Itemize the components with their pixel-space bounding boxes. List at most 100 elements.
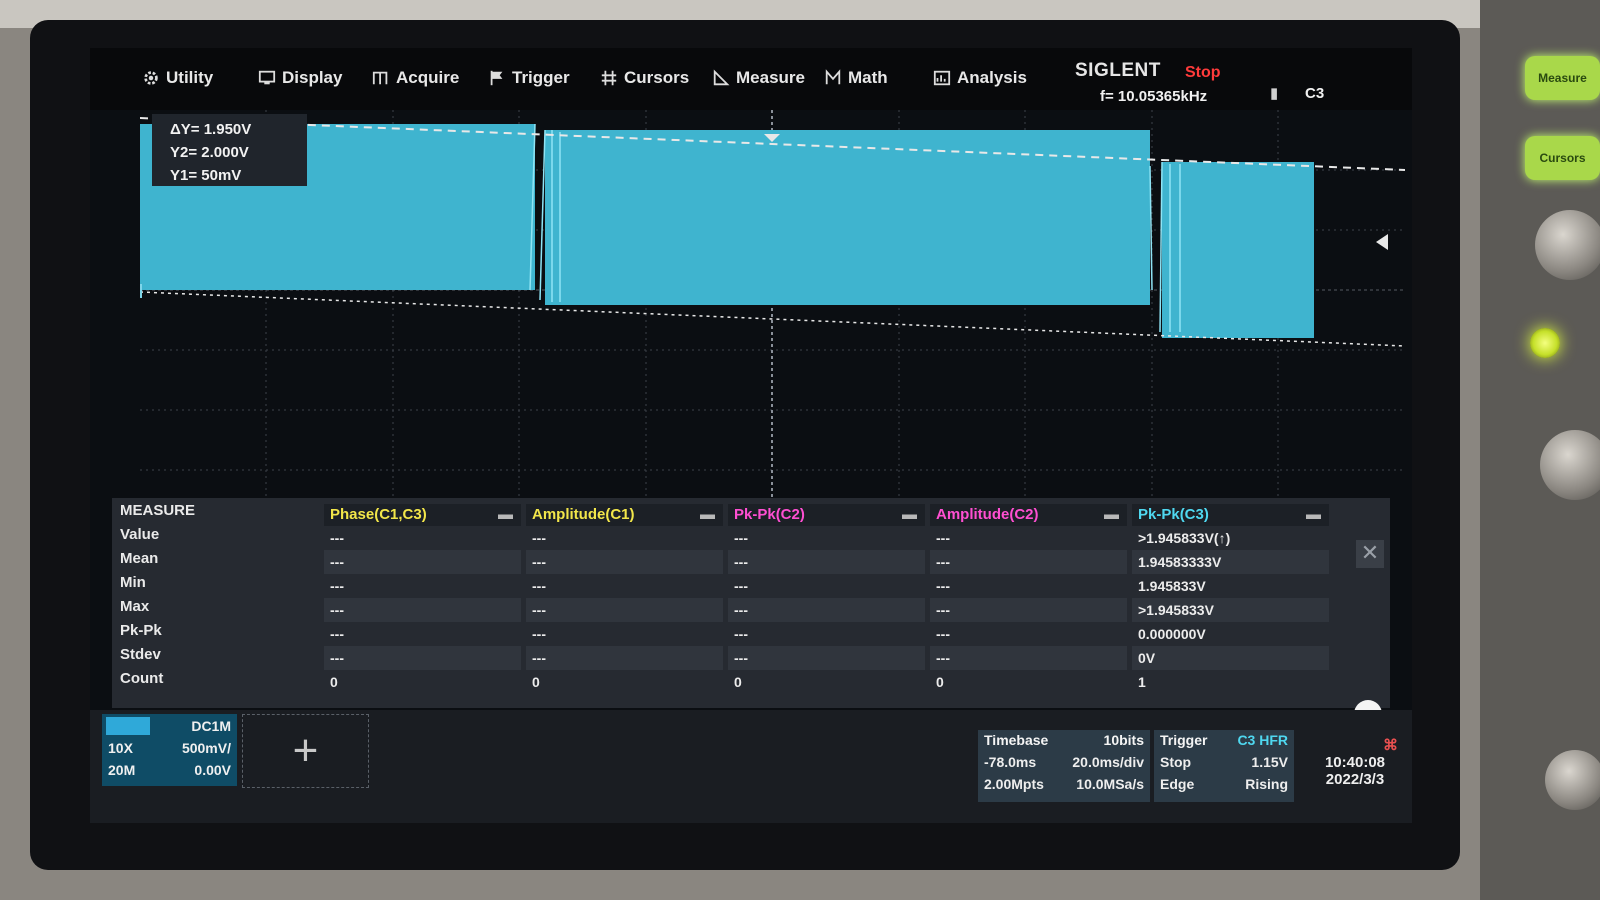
measure-cell: >1.945833V xyxy=(1132,598,1329,622)
measure-cell: 0V xyxy=(1132,646,1329,670)
channel-scale: 500mV/ xyxy=(181,740,231,756)
measure-cell: --- xyxy=(532,578,546,594)
knob[interactable] xyxy=(1545,750,1600,810)
measure-cell: --- xyxy=(930,598,1127,622)
measure-icon xyxy=(713,69,730,86)
row-label: Max xyxy=(120,598,150,615)
measure-column[interactable]: Amplitude(C1) ▬ --- --- --- --- --- --- 0 xyxy=(526,504,723,704)
measure-cell: 0 xyxy=(330,674,338,690)
measure-column[interactable]: Pk-Pk(C3) ▬ >1.945833V(↑) 1.94583333V 1.9… xyxy=(1132,504,1329,704)
channel-probe: 10X xyxy=(108,740,133,756)
menu-label: Math xyxy=(848,68,888,87)
run-state[interactable]: Stop xyxy=(1185,64,1221,82)
menu-utility[interactable]: Utility xyxy=(142,66,213,90)
measure-cell: --- xyxy=(526,550,723,574)
knob[interactable] xyxy=(1535,210,1600,280)
measure-cell: --- xyxy=(936,626,950,642)
row-label: Value xyxy=(120,526,160,543)
channel-offset: 0.00V xyxy=(194,762,231,778)
timebase-info[interactable]: Timebase 10bits -78.0ms 20.0ms/div 2.00Mpt… xyxy=(978,730,1150,802)
menu-bar: Utility Display Acquire Trigger Cursors … xyxy=(90,48,1412,110)
cursor-delta-y: ΔY= 1.950V xyxy=(170,121,252,138)
measure-cell: --- xyxy=(330,530,344,546)
measure-title: MEASURE xyxy=(120,502,196,519)
measure-cell: 0 xyxy=(532,674,540,690)
trigger-level-marker xyxy=(1376,234,1388,250)
measure-cell: --- xyxy=(324,646,521,670)
acquire-icon xyxy=(372,71,388,85)
gear-icon xyxy=(144,71,158,85)
measure-cell: --- xyxy=(324,598,521,622)
measure-column[interactable]: Amplitude(C2) ▬ --- --- --- --- --- --- 0 xyxy=(930,504,1127,704)
measure-softkey[interactable]: Measure xyxy=(1525,56,1600,100)
measure-cell: --- xyxy=(532,530,546,546)
timebase-title: Timebase xyxy=(984,732,1049,748)
measure-cell: --- xyxy=(734,626,748,642)
row-label: Stdev xyxy=(120,646,161,663)
memory-icon: ▮ xyxy=(1270,85,1279,102)
menu-label: Analysis xyxy=(957,68,1027,87)
measure-cell: --- xyxy=(728,550,925,574)
cursor-readout: ΔY= 1.950V Y2= 2.000V Y1= 50mV xyxy=(152,114,307,186)
row-label: Count xyxy=(120,670,164,687)
menu-analysis[interactable]: Analysis xyxy=(933,66,1027,90)
measure-cell: 1 xyxy=(1138,674,1146,690)
trigger-level: 1.15V xyxy=(1251,754,1288,770)
measure-column[interactable]: Pk-Pk(C2) ▬ --- --- --- --- --- --- 0 xyxy=(728,504,925,704)
row-label: Min xyxy=(120,574,146,591)
network-icon: ⌘ xyxy=(1383,737,1398,754)
menu-label: Cursors xyxy=(624,68,690,87)
measure-cell: --- xyxy=(532,626,546,642)
measure-column-header[interactable]: Pk-Pk(C2) ▬ xyxy=(728,504,925,526)
measure-cell: --- xyxy=(330,578,344,594)
oscilloscope-screen: Utility Display Acquire Trigger Cursors … xyxy=(90,48,1412,823)
measure-cell: --- xyxy=(526,646,723,670)
clock-date: 2022/3/3 xyxy=(1325,771,1385,788)
menu-acquire[interactable]: Acquire xyxy=(372,66,459,90)
clock-time: 10:40:08 xyxy=(1324,754,1386,771)
frequency-readout: f= 10.05365kHz xyxy=(1100,88,1208,105)
menu-label: Trigger xyxy=(512,68,570,87)
measure-cell: 0.000000V xyxy=(1138,626,1206,642)
analysis-icon xyxy=(933,70,951,86)
channel-info[interactable]: DC1M 10X 500mV/ 20M 0.00V xyxy=(102,714,237,786)
menu-measure[interactable]: Measure xyxy=(712,66,805,90)
trigger-source: C3 HFR xyxy=(1237,732,1288,748)
display-icon xyxy=(258,70,276,85)
channel-ground-marker xyxy=(140,284,142,298)
measure-cell: --- xyxy=(728,646,925,670)
measure-cell: --- xyxy=(734,530,748,546)
measure-column[interactable]: Phase(C1,C3) ▬ --- --- --- --- --- --- 0 xyxy=(324,504,521,704)
trigger-info[interactable]: Trigger C3 HFR Stop 1.15V Edge Rising xyxy=(1154,730,1294,802)
add-channel-button[interactable]: + xyxy=(242,714,369,788)
measure-cell: 0 xyxy=(936,674,944,690)
measure-column-header[interactable]: Amplitude(C1) ▬ xyxy=(526,504,723,526)
brand-logo: SIGLENT xyxy=(1075,60,1161,81)
cursor-y2-value: Y2= 2.000V xyxy=(170,144,249,161)
menu-label: Display xyxy=(282,68,343,87)
cursors-softkey[interactable]: Cursors xyxy=(1525,136,1600,180)
measure-column-header[interactable]: Pk-Pk(C3) ▬ xyxy=(1132,504,1329,526)
menu-display[interactable]: Display xyxy=(258,66,342,90)
timebase-bits: 10bits xyxy=(1103,732,1144,748)
measure-cell: --- xyxy=(936,530,950,546)
measure-panel: MEASURE Value Mean Min Max Pk-Pk Stdev C… xyxy=(112,498,1390,728)
measure-cell: --- xyxy=(324,550,521,574)
menu-label: Measure xyxy=(736,68,805,87)
measure-cell: --- xyxy=(330,626,344,642)
timebase-scale: 20.0ms/div xyxy=(1072,754,1144,770)
measure-cell: --- xyxy=(526,598,723,622)
channel-bandwidth: 20M xyxy=(108,762,136,778)
trigger-type: Edge xyxy=(1160,776,1195,792)
measure-cell: --- xyxy=(734,578,748,594)
cursors-icon xyxy=(601,70,617,86)
measure-column-header[interactable]: Phase(C1,C3) ▬ xyxy=(324,504,521,526)
menu-math[interactable]: Math xyxy=(824,66,888,90)
menu-cursors[interactable]: Cursors xyxy=(600,66,689,90)
trigger-title: Trigger xyxy=(1160,732,1208,748)
flag-icon xyxy=(490,70,503,86)
timebase-delay: -78.0ms xyxy=(984,754,1037,770)
measure-column-header[interactable]: Amplitude(C2) ▬ xyxy=(930,504,1127,526)
close-icon[interactable]: ✕ xyxy=(1356,540,1384,568)
menu-trigger[interactable]: Trigger xyxy=(488,66,570,90)
